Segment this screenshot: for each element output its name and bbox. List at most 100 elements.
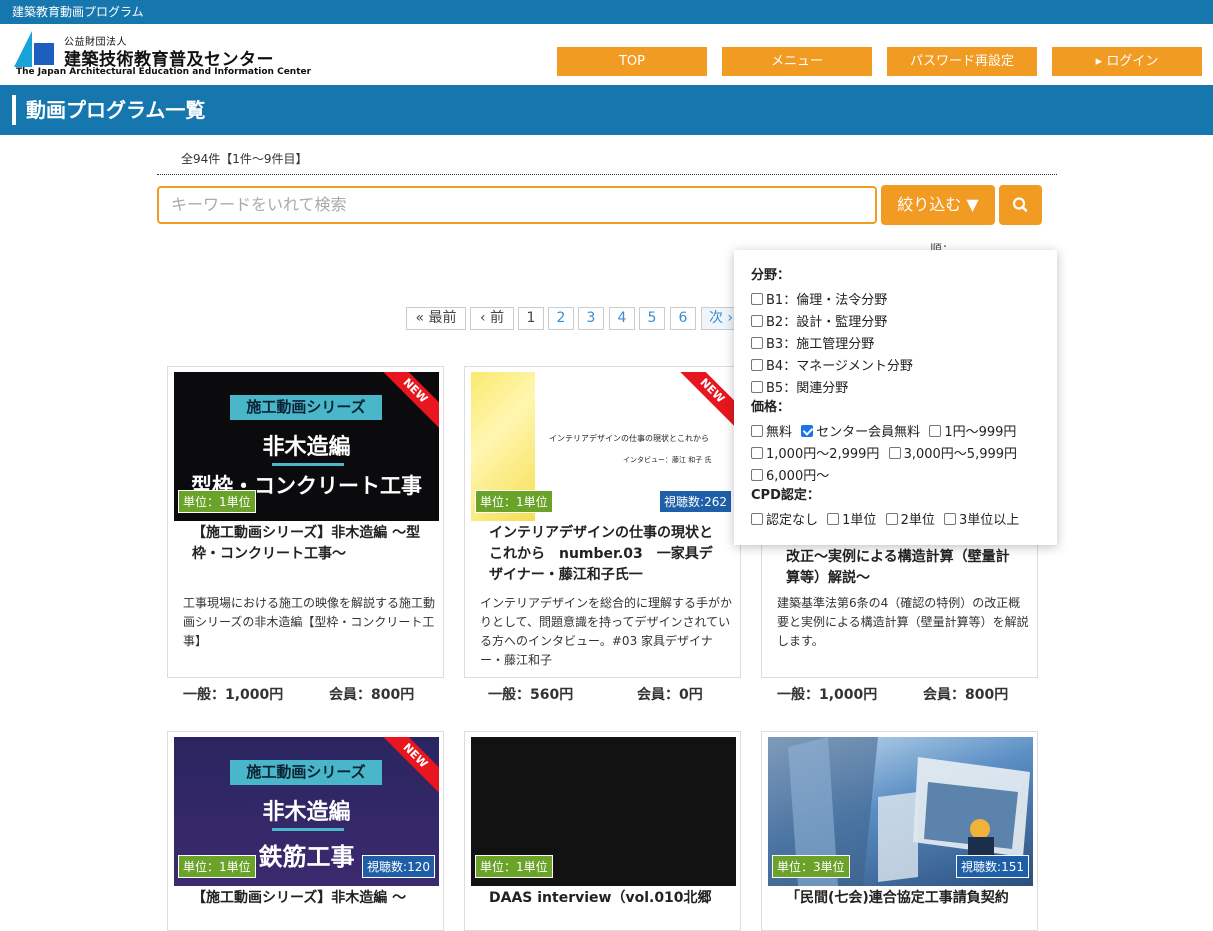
filter-cpd-none[interactable]: 認定なし xyxy=(751,510,818,532)
views-badge: 視聴数:262 xyxy=(659,490,732,513)
checkbox[interactable] xyxy=(885,513,898,525)
card-description: インテリアデザインを総合的に理解する手がかりとして、問題意識を持ってデザインされ… xyxy=(480,596,733,667)
search-button[interactable] xyxy=(999,185,1042,225)
video-card[interactable]: 単位：3単位 視聴数:151 「民間(七会)連合協定工事請負契約 xyxy=(761,731,1038,931)
pager-page[interactable]: 6 xyxy=(670,307,696,330)
video-card[interactable]: インテリアデザインの仕事の現状とこれから インタビュー：藤江 和子 氏 NEW … xyxy=(464,366,741,678)
card-title[interactable]: 【施工動画シリーズ】非木造編 ～型枠・コンクリート工事～ xyxy=(192,523,424,565)
nav-menu-button[interactable]: メニュー xyxy=(722,47,872,76)
filter-field-b3[interactable]: B3：施工管理分野 xyxy=(751,334,874,356)
filter-cpd-3plus[interactable]: 3単位以上 xyxy=(944,510,1019,532)
checkbox[interactable] xyxy=(751,337,763,349)
checkbox[interactable] xyxy=(751,381,763,393)
filter-price-member-free[interactable]: センター会員無料 xyxy=(801,422,920,444)
price-member: 会員：800円 xyxy=(329,687,415,703)
nav-login-button[interactable]: ▸ ログイン xyxy=(1052,47,1202,76)
card-description: 工事現場における施工の映像を解説する施工動画シリーズの非木造編【型枠・コンクリー… xyxy=(183,596,436,648)
views-badge: 視聴数:151 xyxy=(956,855,1029,878)
unit-badge: 単位：3単位 xyxy=(772,855,850,878)
filter-price-1000-2999[interactable]: 1,000円～2,999円 xyxy=(751,444,879,466)
checkbox[interactable] xyxy=(944,513,956,525)
views-badge: 視聴数:120 xyxy=(362,855,435,878)
video-card[interactable]: 施工動画シリーズ 非木造編 型枠・コンクリート工事 NEW 単位：1単位 【施工… xyxy=(167,366,444,678)
filter-button[interactable]: 絞り込む ▼ xyxy=(881,185,995,225)
thumb-subtitle: 非木造編 xyxy=(262,800,351,825)
filter-price-6000-plus[interactable]: 6,000円～ xyxy=(751,466,829,488)
filter-cpd-heading: CPD認定： xyxy=(751,488,820,503)
checkbox[interactable] xyxy=(827,513,840,525)
price-general: 一般：560円 xyxy=(488,687,574,703)
checkbox[interactable] xyxy=(751,425,763,437)
unit-badge: 単位：1単位 xyxy=(178,855,256,878)
checkbox[interactable] xyxy=(751,447,763,459)
checkbox[interactable] xyxy=(929,425,942,437)
thumb-subtitle: 非木造編 xyxy=(262,435,351,460)
filter-option-label: 3,000円～5,999円 xyxy=(903,447,1018,462)
unit-badge: 単位：1単位 xyxy=(178,490,256,513)
checkbox[interactable] xyxy=(751,359,763,371)
price-member: 会員：0円 xyxy=(637,687,703,703)
pager-page[interactable]: 5 xyxy=(639,307,665,330)
checkbox[interactable] xyxy=(751,513,763,525)
thumb-series-label: 施工動画シリーズ xyxy=(230,760,382,785)
checkbox[interactable] xyxy=(751,469,763,481)
card-title[interactable]: 【施工動画シリーズ】非木造編 ～ xyxy=(192,888,424,909)
filter-field-b4[interactable]: B4：マネージメント分野 xyxy=(751,356,913,378)
filter-option-label: 6,000円～ xyxy=(766,469,830,484)
filter-cpd-2[interactable]: 2単位 xyxy=(885,510,935,532)
logo-mark-icon xyxy=(14,31,54,67)
title-accent xyxy=(12,95,16,125)
page-title: 動画プログラム一覧 xyxy=(26,98,206,122)
filter-price-free[interactable]: 無料 xyxy=(751,422,792,444)
video-card[interactable]: 単位：1単位 DAAS interview（vol.010北郷 xyxy=(464,731,741,931)
nav-password-reset-button[interactable]: パスワード再設定 xyxy=(887,47,1037,76)
thumb-subtitle: インタビュー：藤江 和子 氏 xyxy=(623,456,712,464)
checkbox[interactable] xyxy=(751,293,763,305)
card-title[interactable]: 改正～実例による構造計算（壁量計算等）解説～ xyxy=(786,547,1018,589)
pager-page[interactable]: 2 xyxy=(548,307,574,330)
card-title[interactable]: 「民間(七会)連合協定工事請負契約 xyxy=(786,888,1018,909)
filter-field-b5[interactable]: B5：関連分野 xyxy=(751,378,848,400)
filter-option-label: 1円～999円 xyxy=(944,425,1017,440)
pager-page[interactable]: 4 xyxy=(609,307,635,330)
filter-field-heading: 分野： xyxy=(751,268,791,283)
divider xyxy=(157,174,1057,175)
site-logo[interactable]: 公益財団法人 建築技術教育普及センター The Japan Architectu… xyxy=(14,31,311,81)
video-thumbnail: 単位：1単位 xyxy=(471,737,736,886)
filter-field-b1[interactable]: B1：倫理・法令分野 xyxy=(751,290,887,312)
filter-option-label: 2単位 xyxy=(900,513,935,528)
pager-page[interactable]: 3 xyxy=(578,307,604,330)
filter-option-label: 1,000円～2,999円 xyxy=(766,447,880,462)
unit-badge: 単位：1単位 xyxy=(475,490,553,513)
card-description: 建築基準法第6条の4（確認の特例）の改正概要と実例による構造計算（壁量計算等）を… xyxy=(777,596,1029,648)
nav-top-button[interactable]: TOP xyxy=(557,47,707,76)
checkbox-checked[interactable] xyxy=(801,425,814,437)
card-title[interactable]: DAAS interview（vol.010北郷 xyxy=(489,888,721,909)
checkbox[interactable] xyxy=(888,447,901,459)
filter-option-label: 1単位 xyxy=(842,513,877,528)
filter-field-b2[interactable]: B2：設計・監理分野 xyxy=(751,312,887,334)
filter-price-1-999[interactable]: 1円～999円 xyxy=(929,422,1016,444)
card-title[interactable]: インテリアデザインの仕事の現状とこれから number.03 一家具デザイナー・… xyxy=(489,523,721,586)
video-thumbnail: 施工動画シリーズ 非木造編 型枠・コンクリート工事 NEW 単位：1単位 xyxy=(174,372,439,521)
checkbox[interactable] xyxy=(751,315,763,327)
filter-cpd-1[interactable]: 1単位 xyxy=(827,510,876,532)
pager-page-current: 1 xyxy=(518,307,544,330)
thumb-series-label: 施工動画シリーズ xyxy=(230,395,382,420)
thumb-title: インテリアデザインの仕事の現状とこれから xyxy=(549,434,709,443)
pager-prev[interactable]: ‹ 前 xyxy=(470,307,514,330)
filter-dropdown: 分野： B1：倫理・法令分野 B2：設計・監理分野 B3：施工管理分野 B4：マ… xyxy=(734,250,1057,545)
filter-price-3000-5999[interactable]: 3,000円～5,999円 xyxy=(888,444,1018,466)
price-member: 会員：800円 xyxy=(923,687,1009,703)
filter-option-label: B3：施工管理分野 xyxy=(766,337,875,352)
search-input[interactable]: キーワードをいれて検索 xyxy=(157,186,877,224)
new-ribbon: NEW xyxy=(373,372,439,433)
filter-option-label: B1：倫理・法令分野 xyxy=(766,293,888,308)
filter-option-label: 無料 xyxy=(766,425,793,440)
pager-first[interactable]: « 最前 xyxy=(406,307,466,330)
filter-option-label: センター会員無料 xyxy=(816,425,921,440)
logo-org-name-en: The Japan Architectural Education and In… xyxy=(16,67,312,77)
filter-option-label: B5：関連分野 xyxy=(766,381,849,396)
video-thumbnail: 施工動画シリーズ 非木造編 鉄筋工事 NEW 単位：1単位 視聴数:120 xyxy=(174,737,439,886)
video-card[interactable]: 施工動画シリーズ 非木造編 鉄筋工事 NEW 単位：1単位 視聴数:120 【施… xyxy=(167,731,444,931)
